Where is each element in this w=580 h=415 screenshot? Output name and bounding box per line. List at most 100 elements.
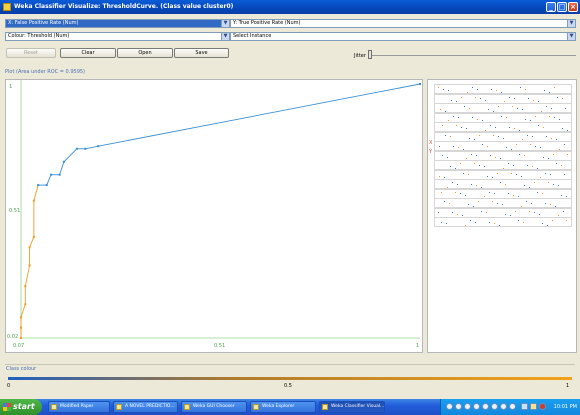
tray-icon[interactable] [446, 403, 453, 410]
attribute-strip[interactable] [434, 103, 572, 113]
attribute-strip[interactable] [434, 122, 572, 132]
x-axis-select[interactable]: X: False Positive Rate (Num) ▼ [5, 19, 230, 28]
word-document-icon [116, 404, 122, 410]
minimize-button[interactable]: _ [546, 2, 556, 12]
attribute-strip[interactable] [434, 207, 572, 218]
attribute-dot [448, 120, 449, 121]
taskbar-item-novel-prediction[interactable]: A NOVEL PREDICTIO... [113, 401, 178, 413]
attribute-dot [513, 164, 514, 166]
java-app-icon [184, 404, 190, 410]
open-button[interactable]: Open [117, 48, 173, 58]
tray-icon[interactable] [464, 403, 471, 410]
clear-button[interactable]: Clear [60, 48, 116, 58]
save-button[interactable]: Save [174, 48, 229, 58]
attribute-dot [501, 115, 502, 117]
taskbar-item-weka-gui-chooser[interactable]: Weka GUI Chooser [181, 401, 247, 413]
roc-point [32, 199, 35, 202]
attribute-dot [558, 185, 559, 186]
reset-button[interactable]: Reset [6, 48, 56, 58]
attribute-dot [493, 134, 494, 136]
attribute-dot [458, 147, 459, 148]
attribute-strip[interactable] [434, 112, 572, 123]
task-label: Weka GUI Chooser [193, 404, 235, 409]
attribute-strip[interactable] [434, 169, 572, 180]
roc-curve-chart [20, 80, 421, 339]
plot-area[interactable]: 1 0.51 0.02 0.07 0.51 1 [5, 79, 423, 353]
attribute-dot [448, 90, 449, 91]
tray-icon[interactable] [473, 403, 480, 410]
attribute-dot [525, 118, 526, 120]
attribute-dot [559, 118, 560, 120]
attribute-strip[interactable] [434, 84, 572, 94]
volume-icon[interactable] [530, 403, 537, 410]
security-alert-icon[interactable] [539, 403, 546, 410]
attribute-dot [489, 191, 490, 193]
attribute-dot [529, 210, 530, 212]
attribute-dot [543, 126, 544, 128]
start-button[interactable]: start [0, 399, 42, 415]
attribute-strip[interactable] [434, 150, 572, 161]
attribute-dot [457, 183, 458, 185]
attribute-dot [447, 186, 448, 188]
jitter-slider-track[interactable] [368, 55, 576, 56]
maximize-button[interactable]: □ [557, 2, 567, 12]
attribute-dot [537, 167, 538, 169]
attribute-panel[interactable]: X Y [427, 79, 577, 353]
taskbar-item-weka-classifier-visualize[interactable]: Weka Classifier Visual... [319, 401, 385, 413]
x-tick-max: 1 [416, 343, 420, 349]
attribute-strip[interactable] [434, 160, 572, 170]
tray-icon[interactable] [455, 403, 462, 410]
attribute-dot [464, 106, 465, 107]
colour-select[interactable]: Colour: Threshold (Num) ▼ [5, 32, 230, 41]
attribute-dot [549, 91, 550, 93]
attribute-dot [465, 194, 466, 196]
tray-icon[interactable] [509, 403, 516, 410]
tray-icon[interactable] [500, 403, 507, 410]
network-icon[interactable] [521, 403, 528, 410]
attribute-dot [455, 167, 456, 169]
tray-icon[interactable] [491, 403, 498, 410]
attribute-strip[interactable] [434, 198, 572, 208]
attribute-dot [473, 205, 474, 207]
tray-icon[interactable] [482, 403, 489, 410]
window-title: Weka Classifier Visualize: ThresholdCurv… [14, 3, 234, 10]
window-titlebar[interactable]: Weka Classifier Visualize: ThresholdCurv… [0, 0, 580, 14]
attribute-strip[interactable] [434, 131, 572, 142]
attribute-strip[interactable] [434, 217, 572, 227]
attribute-strip[interactable] [434, 93, 572, 104]
attribute-dot [561, 194, 562, 196]
attribute-dot [558, 215, 559, 216]
attribute-dot [535, 145, 536, 147]
attribute-dot [552, 220, 553, 221]
attribute-dot [525, 88, 526, 90]
attribute-dot [469, 137, 470, 139]
attribute-dot [452, 212, 453, 213]
attribute-dot [495, 126, 496, 128]
attribute-dot [524, 185, 525, 186]
roc-segment [98, 83, 421, 147]
instance-select[interactable]: Select Instance ▼ [230, 32, 576, 41]
attribute-dot [461, 96, 462, 98]
close-button[interactable]: × [568, 2, 578, 12]
attribute-strip[interactable] [434, 188, 572, 199]
attribute-dot [535, 115, 536, 117]
attribute-dot [499, 224, 500, 226]
attribute-dot [505, 183, 506, 185]
y-axis-select[interactable]: Y: True Positive Rate (Num) ▼ [230, 19, 576, 28]
attribute-dot [466, 158, 467, 159]
taskbar-item-weka-explorer[interactable]: Weka Explorer [250, 401, 316, 413]
attribute-dot [470, 220, 471, 221]
attribute-dot [498, 106, 499, 107]
attribute-strip[interactable] [434, 179, 572, 189]
attribute-strip[interactable] [434, 141, 572, 151]
attribute-dot [510, 215, 511, 216]
jitter-slider-thumb[interactable] [368, 50, 372, 59]
attribute-dot [441, 221, 442, 223]
attribute-dot [559, 148, 560, 150]
attribute-dot [532, 136, 533, 137]
attribute-dot [545, 202, 546, 204]
roc-segment [33, 184, 39, 201]
attribute-dot [460, 193, 461, 194]
taskbar-item-modified-paper[interactable]: Modified Paper [48, 401, 110, 413]
attribute-dot [522, 109, 523, 110]
